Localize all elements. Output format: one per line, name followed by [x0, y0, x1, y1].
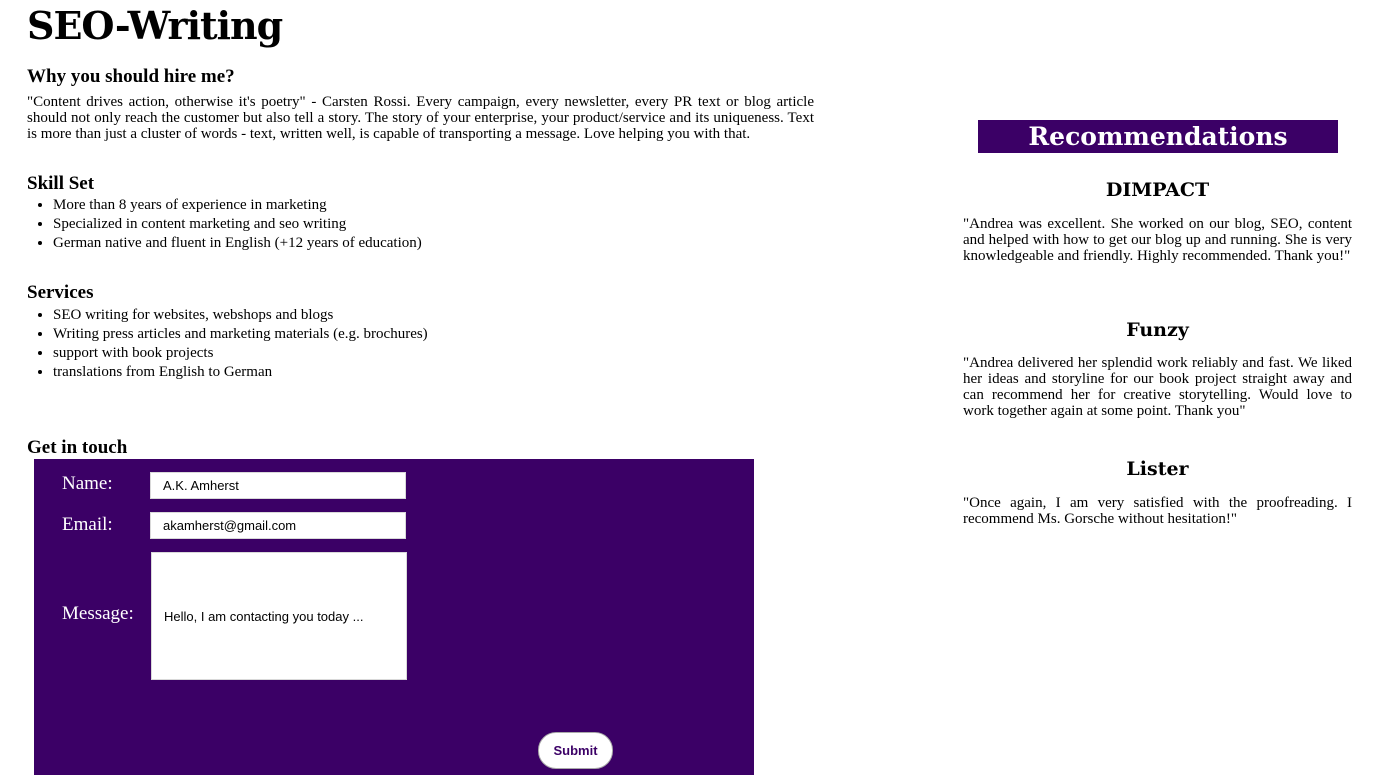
- skills-list: More than 8 years of experience in marke…: [27, 196, 422, 253]
- name-field[interactable]: A.K. Amherst: [150, 472, 406, 499]
- recommendation-text: "Andrea was excellent. She worked on our…: [963, 216, 1352, 264]
- submit-button[interactable]: Submit: [538, 732, 613, 769]
- recommendation-text: "Once again, I am very satisfied with th…: [963, 495, 1352, 527]
- email-field[interactable]: akamherst@gmail.com: [150, 512, 406, 539]
- contact-heading: Get in touch: [27, 437, 128, 458]
- list-item: German native and fluent in English (+12…: [53, 234, 422, 253]
- message-field[interactable]: Hello, I am contacting you today ...: [151, 552, 407, 680]
- list-item: translations from English to German: [53, 363, 428, 382]
- recommendation-author: DIMPACT: [1105, 179, 1210, 201]
- page-title: SEO-Writing: [27, 3, 283, 48]
- email-label: Email:: [62, 514, 113, 535]
- services-heading: Services: [27, 282, 94, 303]
- recommendation-author: Lister: [1126, 458, 1189, 480]
- list-item: Specialized in content marketing and seo…: [53, 215, 422, 234]
- hire-text: "Content drives action, otherwise it's p…: [27, 94, 814, 142]
- recommendation-text: "Andrea delivered her splendid work reli…: [963, 355, 1352, 419]
- contact-form: Name: A.K. Amherst Email: akamherst@gmai…: [34, 459, 754, 775]
- hire-heading: Why you should hire me?: [27, 66, 235, 87]
- main-content: SEO-Writing Why you should hire me? "Con…: [27, 0, 814, 458]
- message-label: Message:: [62, 603, 134, 624]
- services-list: SEO writing for websites, webshops and b…: [27, 306, 428, 382]
- list-item: SEO writing for websites, webshops and b…: [53, 306, 428, 325]
- name-label: Name:: [62, 473, 113, 494]
- list-item: Writing press articles and marketing mat…: [53, 325, 428, 344]
- recommendations-heading: Recommendations: [978, 120, 1338, 153]
- list-item: support with book projects: [53, 344, 428, 363]
- list-item: More than 8 years of experience in marke…: [53, 196, 422, 215]
- skills-heading: Skill Set: [27, 173, 95, 194]
- recommendation-author: Funzy: [1126, 319, 1189, 341]
